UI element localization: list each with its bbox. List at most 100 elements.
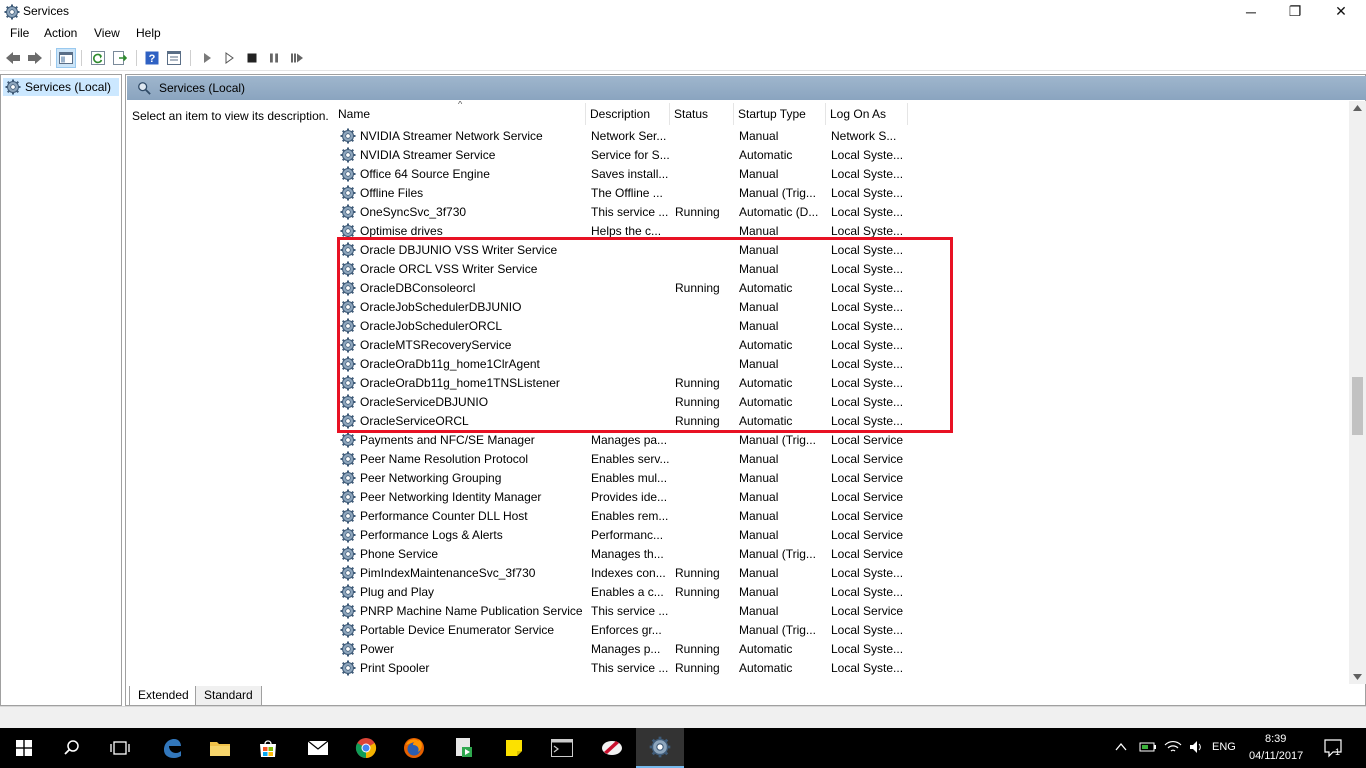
table-row[interactable]: Power Manages p... Running Automatic Local S… <box>334 640 1351 659</box>
cell-logon: Local Syste... <box>831 205 904 219</box>
store-icon[interactable] <box>244 728 292 768</box>
service-gear-icon <box>340 185 356 201</box>
table-row[interactable]: Peer Name Resolution Protocol Enables ser… <box>334 450 1351 469</box>
firefox-icon[interactable] <box>390 728 438 768</box>
show-hidden-icons-chevron-icon[interactable] <box>1115 741 1127 755</box>
task-view-icon[interactable] <box>96 728 144 768</box>
cell-startup: Automatic <box>739 414 793 428</box>
column-header-label: Status <box>674 107 709 121</box>
service-gear-icon <box>340 318 356 334</box>
table-row[interactable]: OracleServiceORCL Running Automatic Local S… <box>334 412 1351 431</box>
table-row[interactable]: NVIDIA Streamer Network Service Network S… <box>334 127 1351 146</box>
table-row[interactable]: Oracle ORCL VSS Writer Service Manual Loca… <box>334 260 1351 279</box>
services-list[interactable]: Name ^ Description Status Startup Type L… <box>334 101 1351 684</box>
close-button[interactable]: ✕ <box>1318 0 1364 23</box>
cell-logon: Local Service <box>831 471 904 485</box>
forward-arrow-icon[interactable] <box>25 48 45 68</box>
start-service-with-params-icon[interactable] <box>219 48 239 68</box>
menu-view[interactable]: View <box>94 26 120 40</box>
edge-browser-icon[interactable] <box>148 728 196 768</box>
tab-extended[interactable]: Extended <box>129 686 198 706</box>
restart-service-icon[interactable] <box>287 48 307 68</box>
table-row[interactable]: Performance Logs & Alerts Performanc... Ma… <box>334 526 1351 545</box>
table-row[interactable]: OracleJobSchedulerDBJUNIO Manual Local Sys… <box>334 298 1351 317</box>
menu-action[interactable]: Action <box>44 26 77 40</box>
scrollbar-thumb[interactable] <box>1352 377 1363 435</box>
scroll-down-arrow-icon[interactable] <box>1353 674 1362 680</box>
file-explorer-icon[interactable] <box>196 728 244 768</box>
table-row[interactable]: OracleJobSchedulerORCL Manual Local Syste.… <box>334 317 1351 336</box>
mail-icon[interactable] <box>294 728 342 768</box>
action-center-icon[interactable]: 1 <box>1323 738 1343 761</box>
table-row[interactable]: Print Spooler This service ... Running Auto… <box>334 659 1351 678</box>
show-hide-console-tree-icon[interactable] <box>56 48 76 68</box>
cell-startup: Automatic <box>739 148 793 162</box>
cell-description: Manages p... <box>591 642 661 656</box>
pause-service-icon[interactable] <box>264 48 284 68</box>
table-row[interactable]: Peer Networking Identity Manager Provides… <box>334 488 1351 507</box>
table-row[interactable]: Portable Device Enumerator Service Enforc… <box>334 621 1351 640</box>
tab-standard[interactable]: Standard <box>195 686 262 706</box>
scroll-up-arrow-icon[interactable] <box>1353 105 1362 111</box>
minimize-button[interactable]: ─ <box>1228 0 1274 23</box>
column-header-startup-type[interactable]: Startup Type <box>734 103 826 125</box>
table-row[interactable]: Payments and NFC/SE Manager Manages pa...… <box>334 431 1351 450</box>
table-row[interactable]: OneSyncSvc_3f730 This service ... Running A… <box>334 203 1351 222</box>
help-icon[interactable]: ? <box>142 48 162 68</box>
menu-help[interactable]: Help <box>136 26 161 40</box>
stop-service-icon[interactable] <box>242 48 262 68</box>
cell-logon: Local Syste... <box>831 243 904 257</box>
column-header-status[interactable]: Status <box>670 103 734 125</box>
start-windows-icon[interactable] <box>0 728 48 768</box>
properties-icon[interactable] <box>164 48 184 68</box>
table-row[interactable]: OracleServiceDBJUNIO Running Automatic Loca… <box>334 393 1351 412</box>
cell-status: Running <box>675 414 720 428</box>
chrome-icon[interactable] <box>342 728 390 768</box>
table-row[interactable]: PimIndexMaintenanceSvc_3f730 Indexes con.… <box>334 564 1351 583</box>
table-row[interactable]: Phone Service Manages th... Manual (Trig..… <box>334 545 1351 564</box>
table-row[interactable]: OracleOraDb11g_home1TNSListener Running Au… <box>334 374 1351 393</box>
table-row[interactable]: OracleOraDb11g_home1ClrAgent Manual Local … <box>334 355 1351 374</box>
cell-name: OracleServiceDBJUNIO <box>360 395 489 409</box>
search-icon[interactable] <box>48 728 96 768</box>
start-service-icon[interactable] <box>197 48 217 68</box>
media-app-icon[interactable] <box>440 728 488 768</box>
table-row[interactable]: NVIDIA Streamer Service Service for S... A… <box>334 146 1351 165</box>
cell-startup: Manual (Trig... <box>739 547 816 561</box>
sticky-notes-icon[interactable] <box>490 728 538 768</box>
menu-file[interactable]: File <box>10 26 29 40</box>
title-bar[interactable]: Services ─ ❐ ✕ <box>0 0 1366 23</box>
command-prompt-icon[interactable] <box>538 728 586 768</box>
service-gear-icon <box>340 432 356 448</box>
window-title: Services <box>23 4 70 18</box>
battery-icon[interactable] <box>1139 739 1157 758</box>
column-header-description[interactable]: Description <box>586 103 670 125</box>
tree-item-services-local[interactable]: Services (Local) <box>3 78 119 96</box>
clock-date[interactable]: 04/11/2017 <box>1249 750 1303 762</box>
clock-time[interactable]: 8:39 <box>1265 733 1286 745</box>
restore-button[interactable]: ❐ <box>1272 0 1318 23</box>
service-gear-icon <box>340 622 356 638</box>
volume-icon[interactable] <box>1188 739 1206 758</box>
table-row[interactable]: OracleMTSRecoveryService Automatic Local S… <box>334 336 1351 355</box>
oracle-sql-app-icon[interactable] <box>588 728 636 768</box>
cell-status <box>675 602 735 621</box>
refresh-icon[interactable] <box>88 48 108 68</box>
table-row[interactable]: OracleDBConsoleorcl Running Automatic Local… <box>334 279 1351 298</box>
table-row[interactable]: Offline Files The Offline ... Manual (Trig… <box>334 184 1351 203</box>
table-row[interactable]: PNRP Machine Name Publication Service Thi… <box>334 602 1351 621</box>
table-row[interactable]: Performance Counter DLL Host Enables rem.… <box>334 507 1351 526</box>
export-list-icon[interactable] <box>110 48 130 68</box>
table-row[interactable]: Plug and Play Enables a c... Running Manual… <box>334 583 1351 602</box>
language-indicator[interactable]: ENG <box>1212 741 1236 753</box>
cell-description: Performanc... <box>591 528 664 542</box>
column-header-name[interactable]: Name ^ <box>334 101 586 125</box>
services-taskbar-icon[interactable] <box>636 728 684 768</box>
table-row[interactable]: Office 64 Source Engine Saves install... M… <box>334 165 1351 184</box>
table-row[interactable]: Optimise drives Helps the c... Manual Local… <box>334 222 1351 241</box>
table-row[interactable]: Peer Networking Grouping Enables mul... Ma… <box>334 469 1351 488</box>
wifi-icon[interactable] <box>1164 739 1182 758</box>
table-row[interactable]: Oracle DBJUNIO VSS Writer Service Manual L… <box>334 241 1351 260</box>
back-arrow-icon[interactable] <box>3 48 23 68</box>
column-header-log-on-as[interactable]: Log On As <box>826 103 908 125</box>
